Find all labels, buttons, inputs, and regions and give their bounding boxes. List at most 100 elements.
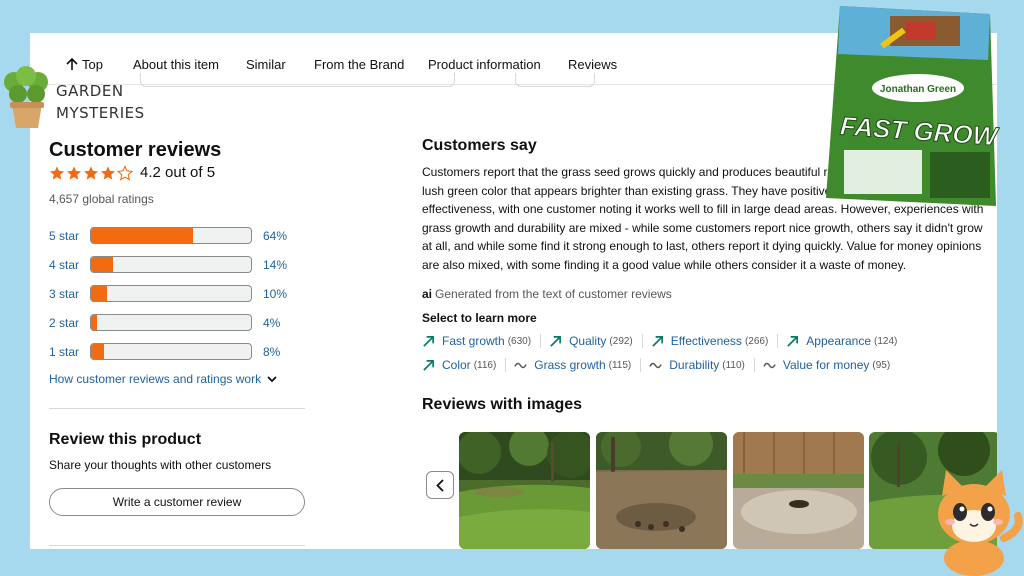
yard-photo <box>596 432 727 549</box>
chip-durability[interactable]: Durability (110) <box>649 358 755 372</box>
potted-plant-icon <box>4 66 48 128</box>
customer-reviews-heading: Customer reviews <box>49 139 222 161</box>
chip-value-for-money[interactable]: Value for money (95) <box>763 358 899 372</box>
histogram-bar <box>90 343 252 360</box>
write-review-button[interactable]: Write a customer review <box>49 488 305 516</box>
histogram-bar <box>90 285 252 302</box>
lawn-photo <box>459 432 590 549</box>
histogram-fill <box>91 344 104 359</box>
chip-quality[interactable]: Quality (292) <box>549 334 643 348</box>
review-product-subtext: Share your thoughts with other customers <box>49 458 272 472</box>
chip-count: (266) <box>744 335 769 347</box>
trend-up-icon <box>787 335 799 347</box>
aspect-chips-row-2: Color (116) Grass growth (115) Durabilit… <box>422 358 982 372</box>
chip-count: (124) <box>874 335 898 347</box>
star-rating <box>49 164 133 181</box>
histogram-bar <box>90 256 252 273</box>
rating-text: 4.2 out of 5 <box>140 164 216 181</box>
chip-count: (115) <box>608 359 632 371</box>
histogram-label: 3 star <box>49 286 80 301</box>
histogram-percent: 10% <box>263 286 288 301</box>
ai-icon: ai <box>422 287 433 301</box>
chip-fast-growth[interactable]: Fast growth (630) <box>422 334 542 348</box>
review-image-dirt-yard[interactable] <box>596 432 727 549</box>
divider <box>49 545 305 546</box>
chip-appearance[interactable]: Appearance (124) <box>786 334 906 348</box>
chip-label: Effectiveness <box>670 334 742 348</box>
star-full-icon <box>50 165 64 180</box>
star-full-icon <box>101 165 115 180</box>
histogram-percent: 64% <box>263 228 288 243</box>
histogram-fill <box>91 286 107 301</box>
trend-up-icon <box>423 335 434 347</box>
mixed-icon <box>514 362 528 368</box>
trend-up-icon <box>652 335 663 347</box>
cat-mascot-image <box>938 470 1023 576</box>
product-bag-image: Jonathan Green FAST GROW <box>826 6 1000 206</box>
chip-label: Quality <box>569 334 607 348</box>
rating-histogram: 5 star 64% 4 star 14% 3 star 10% 2 star … <box>49 221 309 366</box>
chip-label: Durability <box>669 358 720 372</box>
histogram-fill <box>91 257 114 272</box>
chip-label: Fast growth <box>442 334 505 348</box>
histogram-label: 2 star <box>49 315 80 330</box>
customers-say-heading: Customers say <box>422 137 537 154</box>
review-image-fenced-yard[interactable] <box>733 432 864 549</box>
tab-reviews[interactable]: Reviews <box>568 57 617 72</box>
divider <box>49 408 305 409</box>
how-ratings-work-link[interactable]: How customer reviews and ratings work <box>49 372 277 386</box>
histogram-label: 4 star <box>49 257 80 272</box>
mixed-icon <box>649 362 663 368</box>
trend-up-icon <box>550 335 562 347</box>
review-product-heading: Review this product <box>49 431 202 448</box>
review-image-lawn[interactable] <box>459 432 590 549</box>
histogram-row-1[interactable]: 1 star 8% <box>49 337 309 366</box>
bag-brand-text: Jonathan Green <box>880 84 956 95</box>
histogram-percent: 14% <box>263 257 288 272</box>
aspect-chips-row-1: Fast growth (630) Quality (292) Effectiv… <box>422 334 982 348</box>
carousel-prev-button[interactable] <box>426 471 454 499</box>
average-rating: 4.2 out of 5 <box>49 164 215 181</box>
histogram-fill <box>91 228 194 243</box>
histogram-row-4[interactable]: 4 star 14% <box>49 250 309 279</box>
histogram-bar <box>90 314 252 331</box>
trend-up-icon <box>423 359 434 371</box>
chip-label: Value for money <box>782 358 870 372</box>
chip-label: Appearance <box>806 334 872 348</box>
chip-count: (95) <box>872 359 891 371</box>
histogram-fill <box>91 315 98 330</box>
chip-effectiveness[interactable]: Effectiveness (266) <box>651 334 779 348</box>
ghost-search-bar <box>140 73 455 87</box>
logo-text-line2: MYSTERIES <box>56 104 145 122</box>
ai-generated-note: ai Generated from the text of customer r… <box>422 287 672 301</box>
histogram-row-2[interactable]: 2 star 4% <box>49 308 309 337</box>
reviews-with-images-heading: Reviews with images <box>422 396 583 413</box>
ai-note-text: Generated from the text of customer revi… <box>435 287 672 301</box>
histogram-percent: 4% <box>263 315 281 330</box>
histogram-label: 5 star <box>49 228 80 243</box>
histogram-row-5[interactable]: 5 star 64% <box>49 221 309 250</box>
histogram-row-3[interactable]: 3 star 10% <box>49 279 309 308</box>
garden-mysteries-logo: GARDEN MYSTERIES <box>0 66 144 130</box>
tab-about[interactable]: About this item <box>133 57 219 72</box>
chip-count: (116) <box>473 359 497 371</box>
star-full-icon <box>67 165 81 180</box>
chip-color[interactable]: Color (116) <box>422 358 507 372</box>
chip-label: Color <box>442 358 471 372</box>
tab-from-brand[interactable]: From the Brand <box>314 57 404 72</box>
star-full-icon <box>84 165 98 180</box>
chip-label: Grass growth <box>534 358 606 372</box>
global-ratings-count: 4,657 global ratings <box>49 192 154 206</box>
histogram-percent: 8% <box>263 344 281 359</box>
chevron-left-icon <box>436 478 444 492</box>
select-learn-more: Select to learn more <box>422 311 537 325</box>
tab-product-info[interactable]: Product information <box>428 57 541 72</box>
tab-similar[interactable]: Similar <box>246 57 286 72</box>
ghost-bar <box>515 73 595 87</box>
chip-grass-growth[interactable]: Grass growth (115) <box>514 358 642 372</box>
mixed-icon <box>763 362 776 368</box>
chevron-down-icon <box>267 375 277 382</box>
histogram-label: 1 star <box>49 344 80 359</box>
chip-count: (110) <box>722 359 745 371</box>
logo-text-line1: GARDEN <box>56 82 124 100</box>
